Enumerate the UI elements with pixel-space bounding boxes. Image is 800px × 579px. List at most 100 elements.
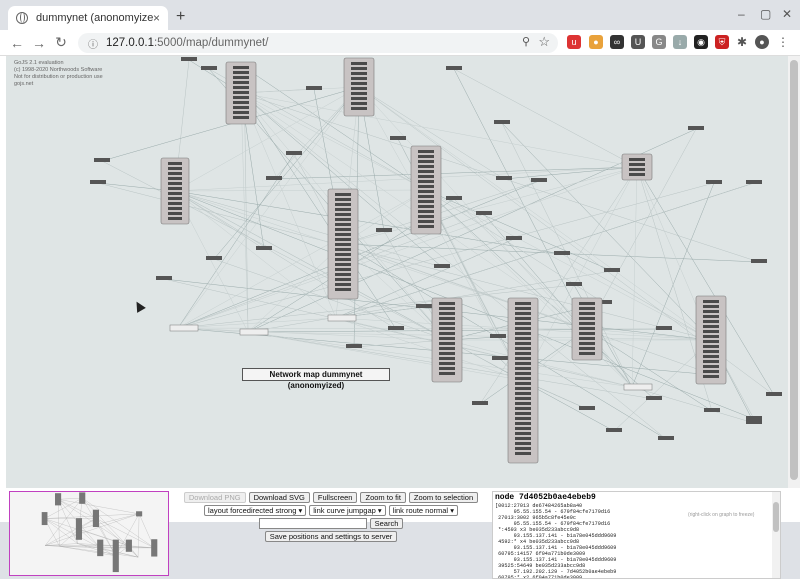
leaf-node[interactable]	[446, 66, 462, 70]
layout-select[interactable]: layout forcedirected strong	[204, 505, 306, 516]
leaf-node[interactable]	[688, 126, 704, 130]
leaf-node[interactable]	[388, 326, 404, 330]
cluster-node[interactable]	[411, 146, 441, 234]
leaf-node[interactable]	[472, 401, 488, 405]
zoom-to-selection-button[interactable]: Zoom to selection	[409, 492, 478, 503]
link-curve-select[interactable]: link curve jumpgap	[309, 505, 385, 516]
extension-shield-icon[interactable]: ⛨	[715, 35, 729, 49]
leaf-node[interactable]	[706, 180, 722, 184]
cluster-node[interactable]	[432, 298, 462, 382]
leaf-node[interactable]	[506, 236, 522, 240]
leaf-node[interactable]	[566, 282, 582, 286]
search-input[interactable]	[259, 518, 367, 529]
extension-g-icon[interactable]: G	[652, 35, 666, 49]
leaf-node[interactable]	[476, 211, 492, 215]
cluster-node[interactable]	[328, 189, 358, 299]
page-scrollbar[interactable]	[788, 56, 800, 488]
leaf-node[interactable]	[90, 180, 106, 184]
back-icon[interactable]: ←	[6, 35, 28, 51]
tab-close-icon[interactable]: ×	[153, 11, 160, 25]
cluster-node[interactable]	[344, 58, 374, 116]
leaf-node[interactable]	[751, 259, 767, 263]
menu-kebab-icon[interactable]: ⋮	[776, 35, 790, 49]
hub-node[interactable]	[240, 329, 268, 335]
cluster-node[interactable]	[226, 62, 256, 124]
leaf-node[interactable]	[446, 196, 462, 200]
leaf-node[interactable]	[766, 392, 782, 396]
leaf-node[interactable]	[490, 334, 506, 338]
leaf-node[interactable]	[656, 326, 672, 330]
leaf-node[interactable]	[201, 66, 217, 70]
search-button[interactable]: Search	[370, 518, 404, 529]
leaf-node[interactable]	[416, 304, 432, 308]
extensions-puzzle-icon[interactable]: ✱	[735, 35, 749, 49]
extension-download-icon[interactable]: ↓	[673, 35, 687, 49]
leaf-node[interactable]	[554, 251, 570, 255]
leaf-node[interactable]	[346, 344, 362, 348]
minimize-button[interactable]: –	[738, 7, 745, 21]
cluster-node[interactable]	[696, 296, 726, 384]
map-overview[interactable]	[9, 491, 169, 576]
leaf-node[interactable]	[704, 408, 720, 412]
bookmark-star-icon[interactable]: ☆	[538, 34, 550, 50]
extension-eye-icon[interactable]: ◉	[694, 35, 708, 49]
leaf-node[interactable]	[579, 406, 595, 410]
address-bar[interactable]: ⓘ 127.0.0.1:5000/map/dummynet/ ⚲ ☆	[78, 33, 558, 53]
leaf-node[interactable]	[94, 158, 110, 162]
maximize-button[interactable]: ▢	[760, 7, 771, 21]
forward-icon[interactable]: →	[28, 35, 50, 51]
network-map-canvas[interactable]: GoJS 2.1 evaluation (c) 1998-2020 Northw…	[6, 56, 788, 488]
zoom-to-fit-button[interactable]: Zoom to fit	[360, 492, 405, 503]
close-window-button[interactable]: ✕	[782, 7, 792, 21]
leaf-node[interactable]	[181, 57, 197, 61]
leaf-node[interactable]	[156, 276, 172, 280]
leaf-node[interactable]	[266, 176, 282, 180]
cluster-node[interactable]	[572, 298, 602, 360]
leaf-node[interactable]	[604, 268, 620, 272]
download-svg-button[interactable]: Download SVG	[249, 492, 310, 503]
leaf-node[interactable]	[658, 436, 674, 440]
leaf-node[interactable]	[496, 176, 512, 180]
leaf-node[interactable]	[746, 420, 762, 424]
extension-u-icon[interactable]: U	[631, 35, 645, 49]
leaf-node[interactable]	[434, 264, 450, 268]
leaf-node[interactable]	[256, 246, 272, 250]
detail-scrollbar-thumb[interactable]	[773, 502, 779, 532]
new-tab-button[interactable]: +	[176, 8, 185, 26]
save-positions-button[interactable]: Save positions and settings to server	[265, 531, 398, 542]
extension-icon[interactable]: ●	[589, 35, 603, 49]
extension-mask-icon[interactable]: ∞	[610, 35, 624, 49]
fullscreen-button[interactable]: Fullscreen	[313, 492, 358, 503]
leaf-node[interactable]	[746, 180, 762, 184]
leaf-node[interactable]	[286, 151, 302, 155]
leaf-node[interactable]	[531, 178, 547, 182]
freeze-hint: (right-click on graph to freeze)	[688, 512, 754, 518]
cluster-node[interactable]	[161, 158, 189, 224]
leaf-node[interactable]	[206, 256, 222, 260]
network-graph[interactable]	[6, 56, 788, 488]
hub-node[interactable]	[624, 384, 652, 390]
cluster-node[interactable]	[622, 154, 652, 180]
leaf-node[interactable]	[376, 228, 392, 232]
info-icon[interactable]: ⓘ	[88, 36, 98, 51]
leaf-node[interactable]	[606, 428, 622, 432]
reload-icon[interactable]: ↻	[50, 34, 72, 51]
download-png-button[interactable]: Download PNG	[184, 492, 246, 503]
browser-tab[interactable]: dummynet (anonomyized) ×	[8, 6, 168, 30]
link-route-select[interactable]: link route normal	[389, 505, 458, 516]
leaf-node[interactable]	[306, 86, 322, 90]
scrollbar-thumb[interactable]	[790, 60, 798, 480]
leaf-node[interactable]	[746, 416, 762, 420]
detail-scrollbar[interactable]	[772, 492, 780, 578]
leaf-node[interactable]	[646, 396, 662, 400]
profile-avatar-icon[interactable]: ●	[755, 35, 769, 49]
hub-node[interactable]	[170, 325, 198, 331]
zoom-icon[interactable]: ⚲	[522, 35, 530, 48]
node-detail-panel[interactable]: node 7d4052b0ae4ebeb9 [0012:27013 de6748…	[492, 491, 781, 579]
hub-node[interactable]	[328, 315, 356, 321]
leaf-node[interactable]	[494, 120, 510, 124]
leaf-node[interactable]	[390, 136, 406, 140]
cluster-node[interactable]	[508, 298, 538, 463]
leaf-node[interactable]	[492, 356, 508, 360]
extension-ublock-icon[interactable]: u	[567, 35, 581, 49]
